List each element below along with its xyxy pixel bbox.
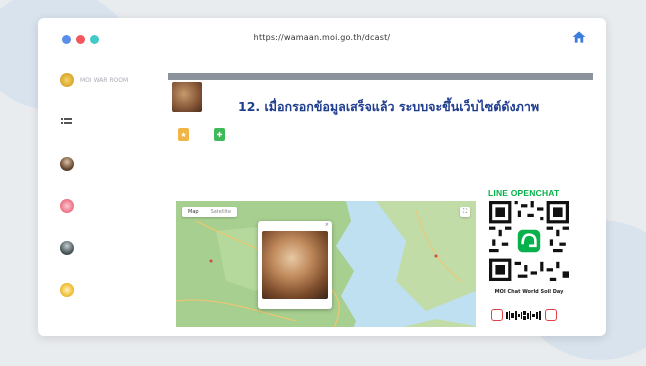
qr-bottom-row	[491, 309, 557, 321]
add-icon[interactable]: ✚	[214, 128, 225, 141]
content-screenshot: 12. เมื่อกรอกข้อมูลเสร็จแล้ว ระบบจะขึ้นเ…	[168, 73, 593, 327]
popup-title	[258, 221, 332, 229]
map-type-tabs: Map Satellite	[182, 207, 238, 217]
square-icon	[491, 309, 503, 321]
map-view[interactable]: Map Satellite ⛶ ×	[176, 201, 476, 327]
avatar-icon	[60, 241, 74, 255]
action-buttons: ★ ✚	[178, 128, 228, 141]
tab-map[interactable]: Map	[182, 207, 205, 217]
address-bar-url[interactable]: https://wamaan.moi.go.th/dcast/	[38, 33, 606, 42]
sidebar-item-flower[interactable]	[60, 199, 170, 213]
soil-photo	[262, 231, 328, 299]
flower-icon	[60, 283, 74, 297]
star-icon[interactable]: ★	[178, 128, 189, 141]
flower-icon	[60, 199, 74, 213]
tab-satellite[interactable]: Satellite	[205, 207, 237, 217]
list-icon	[61, 118, 72, 124]
qr-caption: MOI Chat World Soil Day	[494, 289, 564, 295]
map-info-popup[interactable]: ×	[258, 221, 332, 309]
sidebar-item-label: MOI WAR ROOM	[80, 76, 129, 84]
avatar-icon	[60, 157, 74, 171]
line-openchat-panel: LINE OPENCHAT MOI Chat World Soil Day	[481, 185, 593, 327]
moi-logo-icon	[60, 73, 74, 87]
sidebar-item-moi-war-room[interactable]: MOI WAR ROOM	[60, 73, 170, 87]
soil-photo	[172, 82, 202, 112]
close-icon[interactable]: ×	[325, 222, 329, 228]
sidebar-item-flower[interactable]	[60, 283, 170, 297]
content-topbar	[168, 73, 593, 80]
sidebar-item-avatar[interactable]	[60, 157, 170, 171]
sidebar: MOI WAR ROOM	[60, 73, 170, 325]
home-icon[interactable]	[572, 30, 586, 44]
line-openchat-title: LINE OPENCHAT	[488, 188, 560, 198]
page-title: 12. เมื่อกรอกข้อมูลเสร็จแล้ว ระบบจะขึ้นเ…	[238, 99, 540, 114]
fullscreen-icon[interactable]: ⛶	[460, 207, 470, 217]
barcode-icon	[506, 310, 541, 320]
action-item[interactable]: ✚	[214, 128, 228, 141]
square-icon	[545, 309, 557, 321]
sidebar-item-avatar[interactable]	[60, 241, 170, 255]
browser-window: https://wamaan.moi.go.th/dcast/ MOI WAR …	[38, 18, 606, 336]
sidebar-item-list[interactable]	[60, 115, 170, 129]
action-item[interactable]: ★	[178, 128, 192, 141]
qr-code-icon[interactable]	[489, 201, 569, 281]
